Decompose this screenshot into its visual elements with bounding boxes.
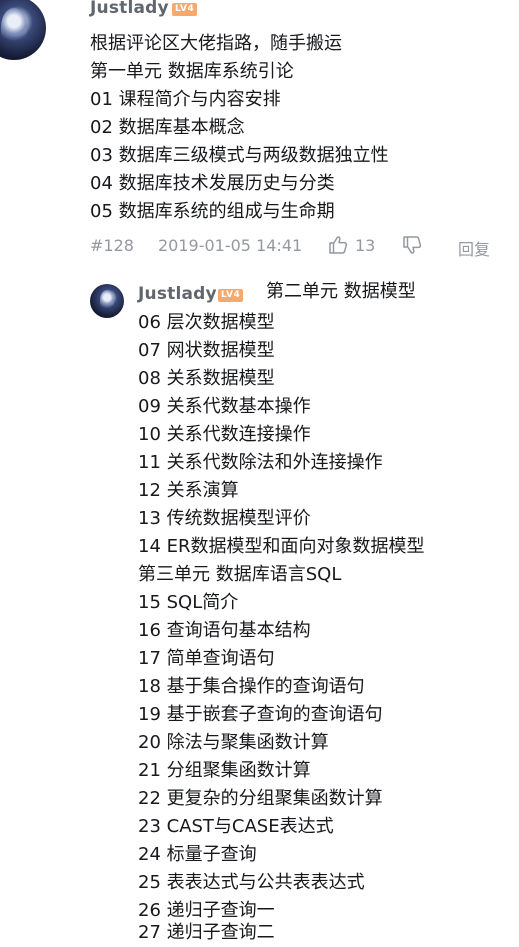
comment-line: 03 数据库三级模式与两级数据独立性 bbox=[90, 145, 389, 166]
reply-line: 16 查询语句基本结构 bbox=[138, 620, 311, 641]
reply-line: 11 关系代数除法和外连接操作 bbox=[138, 452, 383, 473]
comment-line: 04 数据库技术发展历史与分类 bbox=[90, 173, 335, 194]
reply-line: 19 基于嵌套子查询的查询语句 bbox=[138, 704, 383, 725]
floor-number: #128 bbox=[90, 236, 134, 255]
reply-line: 17 简单查询语句 bbox=[138, 648, 275, 669]
reply-line: 12 关系演算 bbox=[138, 480, 239, 501]
thumbs-down-icon[interactable] bbox=[402, 235, 422, 255]
reply-line: 第三单元 数据库语言SQL bbox=[138, 564, 342, 585]
reply-first-line: 第二单元 数据模型 bbox=[266, 281, 416, 302]
comment-line: 01 课程简介与内容安排 bbox=[90, 89, 281, 110]
reply-line: 21 分组聚集函数计算 bbox=[138, 760, 311, 781]
comment-line: 第一单元 数据库系统引论 bbox=[90, 61, 294, 82]
username[interactable]: Justlady bbox=[138, 284, 217, 304]
reply-line: 27 递归子查询二 bbox=[138, 922, 275, 943]
like-count: 13 bbox=[355, 236, 376, 255]
level-badge: LV4 bbox=[172, 3, 198, 16]
reply-line: 24 标量子查询 bbox=[138, 844, 257, 865]
reply-line: 20 除法与聚集函数计算 bbox=[138, 732, 329, 753]
comment-line: 05 数据库系统的组成与生命期 bbox=[90, 201, 335, 222]
thumbs-up-icon[interactable] bbox=[328, 235, 348, 255]
reply-line: 07 网状数据模型 bbox=[138, 340, 275, 361]
reply-line: 13 传统数据模型评价 bbox=[138, 508, 311, 529]
reply-line: 23 CAST与CASE表达式 bbox=[138, 816, 334, 837]
reply-line: 10 关系代数连接操作 bbox=[138, 424, 311, 445]
reply-line: 22 更复杂的分组聚集函数计算 bbox=[138, 788, 383, 809]
reply-line: 18 基于集合操作的查询语句 bbox=[138, 676, 365, 697]
comment-line: 02 数据库基本概念 bbox=[90, 117, 245, 138]
reply-line: 25 表表达式与公共表表达式 bbox=[138, 872, 365, 893]
comment-date: 2019-01-05 14:41 bbox=[158, 236, 303, 255]
reply-line: 06 层次数据模型 bbox=[138, 312, 275, 333]
reply-line: 14 ER数据模型和面向对象数据模型 bbox=[138, 536, 425, 557]
level-badge: LV4 bbox=[218, 289, 244, 302]
avatar[interactable] bbox=[0, 0, 46, 60]
comment-line: 根据评论区大佬指路，随手搬运 bbox=[90, 33, 342, 54]
avatar[interactable] bbox=[90, 284, 124, 318]
reply-line: 15 SQL简介 bbox=[138, 592, 239, 613]
reply-button[interactable]: 回复 bbox=[458, 236, 490, 260]
username[interactable]: Justlady bbox=[90, 0, 169, 18]
reply-line: 08 关系数据模型 bbox=[138, 368, 275, 389]
reply-line: 09 关系代数基本操作 bbox=[138, 396, 311, 417]
